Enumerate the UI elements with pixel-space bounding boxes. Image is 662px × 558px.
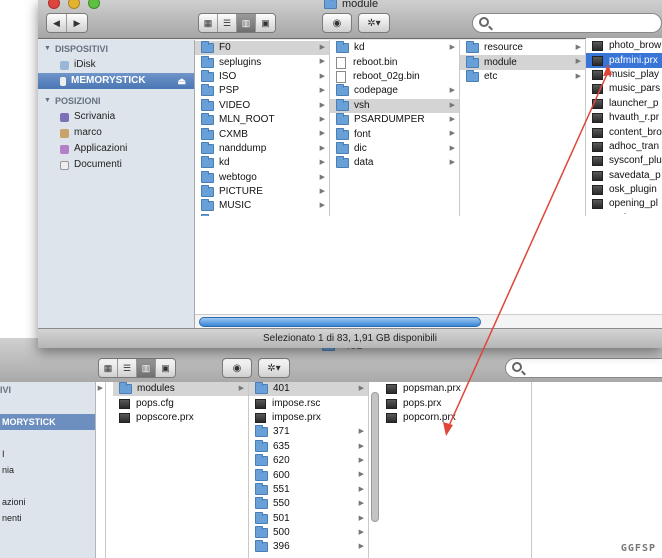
annotation-arrow [443, 64, 612, 436]
watermark: GGFSP [620, 543, 656, 554]
